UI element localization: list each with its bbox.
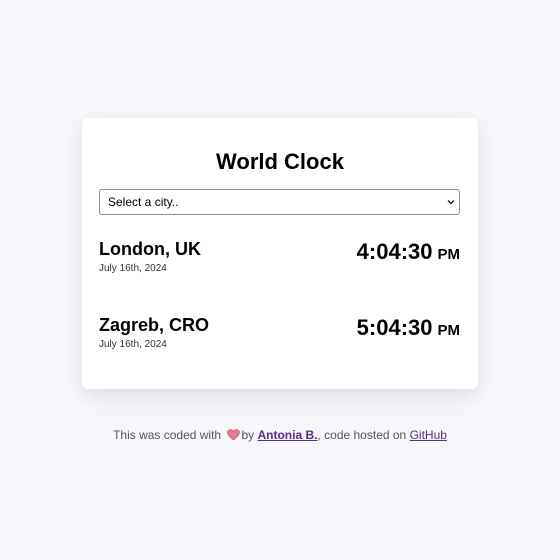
chevron-down-icon	[447, 200, 455, 205]
world-clock-card: World Clock Select a city.. London, UK J…	[82, 118, 478, 389]
city-time: 4:04:30 PM	[357, 238, 460, 269]
city-time-ampm: PM	[437, 246, 461, 263]
city-time-value: 4:04:30	[356, 239, 433, 264]
footer: This was coded with by Antonia B., code …	[0, 427, 560, 443]
city-time-value: 5:04:30	[356, 315, 433, 340]
city-time-ampm: PM	[437, 322, 461, 339]
city-date: July 16th, 2024	[99, 339, 167, 350]
city-name: London, UK	[99, 239, 201, 259]
city-name: Zagreb, CRO	[99, 315, 210, 335]
city-time: 5:04:30 PM	[357, 314, 460, 345]
footer-by: by	[241, 428, 255, 442]
footer-prefix: This was coded with	[113, 428, 222, 442]
footer-middle: , code hosted on	[317, 428, 407, 442]
city-select-value: Select a city..	[108, 195, 179, 209]
heart-icon	[227, 429, 241, 441]
github-link[interactable]: GitHub	[410, 428, 447, 442]
city-date: July 16th, 2024	[99, 263, 167, 274]
author-link[interactable]: Antonia B.	[257, 428, 317, 442]
city-row-london: London, UK July 16th, 2024 4:04:30 PM	[99, 238, 460, 282]
city-row-zagreb: Zagreb, CRO July 16th, 2024 5:04:30 PM	[99, 314, 460, 358]
city-select[interactable]: Select a city..	[99, 189, 460, 215]
page-title: World Clock	[216, 149, 344, 174]
